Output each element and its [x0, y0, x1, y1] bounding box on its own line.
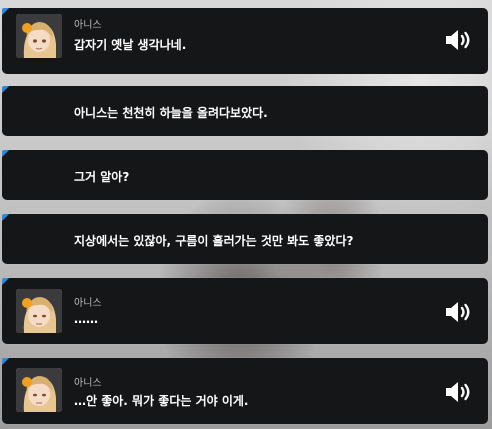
voice-play-icon[interactable]	[444, 380, 474, 404]
dialogue-entry: 아니스 …안 좋아. 뭐가 좋다는 거야 이게.	[2, 358, 488, 424]
dialogue-text: 지상에서는 있잖아, 구름이 흘러가는 것만 봐도 좋았다?	[74, 234, 354, 248]
speaker-name: 아니스	[74, 378, 102, 389]
dialogue-text: 아니스는 천천히 하늘을 올려다보았다.	[74, 106, 268, 120]
character-avatar	[16, 14, 62, 58]
voice-play-icon[interactable]	[444, 300, 474, 324]
dialogue-text: 그거 알아?	[74, 170, 130, 184]
dialogue-entry: 그거 알아?	[2, 150, 488, 200]
dialogue-entry: 지상에서는 있잖아, 구름이 흘러가는 것만 봐도 좋았다?	[2, 214, 488, 264]
character-avatar	[16, 368, 62, 412]
dialogue-text: ……	[74, 312, 98, 326]
dialogue-entry: 아니스는 천천히 하늘을 올려다보았다.	[2, 86, 488, 136]
speaker-name: 아니스	[74, 298, 102, 309]
dialogue-text: 갑자기 옛날 생각나네.	[74, 38, 187, 52]
dialogue-text: …안 좋아. 뭐가 좋다는 거야 이게.	[74, 394, 249, 408]
dialogue-entry: 아니스 ……	[2, 278, 488, 344]
character-avatar	[16, 289, 62, 333]
dialogue-entry: 아니스 갑자기 옛날 생각나네.	[2, 8, 488, 74]
voice-play-icon[interactable]	[444, 28, 474, 52]
speaker-name: 아니스	[74, 20, 102, 31]
dialogue-log: 아니스 갑자기 옛날 생각나네. 아니스는 천천히 하늘을 올려다보았다. 그거…	[0, 0, 492, 429]
